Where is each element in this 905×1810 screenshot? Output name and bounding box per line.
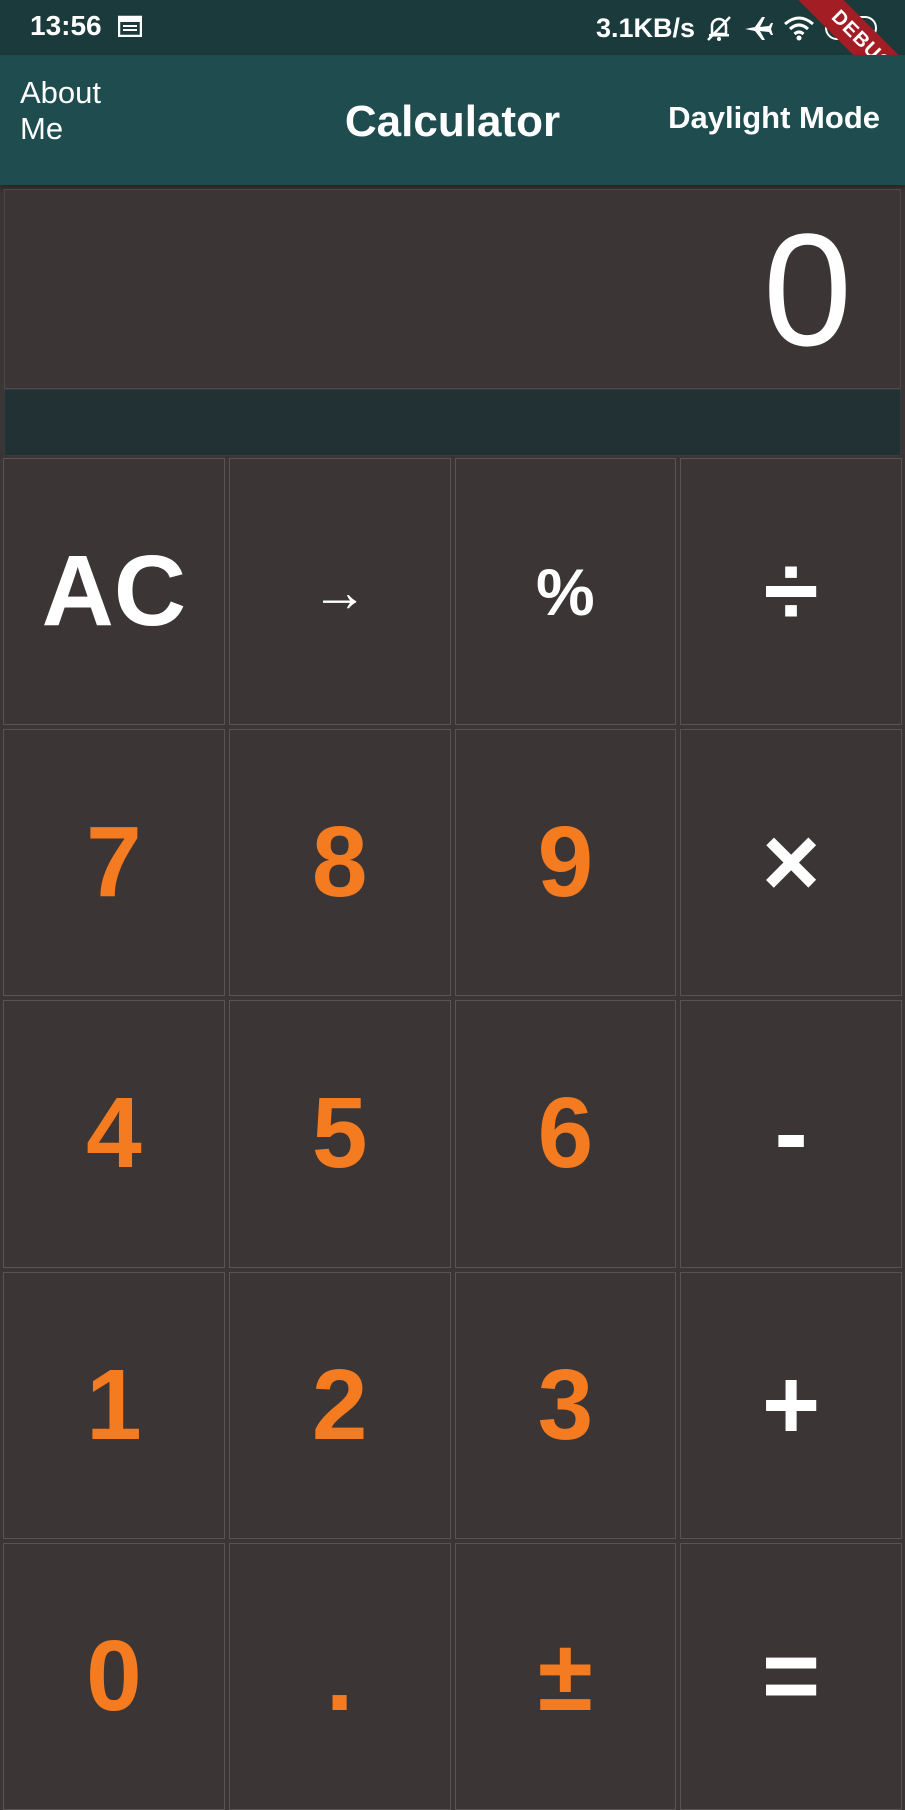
key-7-button[interactable]: 7 [3, 729, 225, 997]
key-6-button[interactable]: 6 [454, 1000, 677, 1268]
status-time: 13:56 [30, 10, 102, 41]
key-3-button[interactable]: 3 [454, 1271, 677, 1539]
status-icons: 3.1KB/s 28 [596, 9, 877, 47]
key-decimal-button[interactable]: . [228, 1542, 451, 1810]
key-subtract-button[interactable]: - [680, 1000, 902, 1268]
keypad: AC → % ÷ 7 8 9 × 4 5 6 - 1 2 3 + 0 . ± = [3, 458, 902, 1810]
key-clear-button[interactable]: AC [3, 458, 225, 726]
daylight-mode-button[interactable]: Daylight Mode [668, 100, 880, 136]
key-8-button[interactable]: 8 [228, 729, 451, 997]
key-equals-button[interactable]: = [680, 1542, 902, 1810]
wifi-icon [783, 15, 815, 41]
key-add-button[interactable]: + [680, 1271, 902, 1539]
key-0-button[interactable]: 0 [3, 1542, 225, 1810]
key-plus-minus-button[interactable]: ± [454, 1542, 677, 1810]
key-5-button[interactable]: 5 [228, 1000, 451, 1268]
key-2-button[interactable]: 2 [228, 1271, 451, 1539]
network-speed: 3.1KB/s [595, 12, 695, 43]
display-value: 0 [763, 200, 852, 379]
key-backspace-button[interactable]: → [228, 458, 451, 726]
key-percent-button[interactable]: % [454, 458, 677, 726]
key-divide-button[interactable]: ÷ [680, 458, 902, 726]
history-strip [4, 389, 901, 456]
calendar-icon [117, 15, 143, 38]
key-1-button[interactable]: 1 [3, 1271, 225, 1539]
key-4-button[interactable]: 4 [3, 1000, 225, 1268]
app-bar: About Me Calculator Daylight Mode [0, 55, 905, 185]
key-multiply-button[interactable]: × [680, 729, 902, 997]
result-display: 0 [4, 189, 901, 389]
key-9-button[interactable]: 9 [454, 729, 677, 997]
bell-off-icon [705, 14, 733, 42]
airplane-icon [743, 14, 773, 42]
status-bar: 13:56 3.1KB/s 28 [0, 0, 905, 55]
battery-icon: 28 [825, 16, 877, 40]
